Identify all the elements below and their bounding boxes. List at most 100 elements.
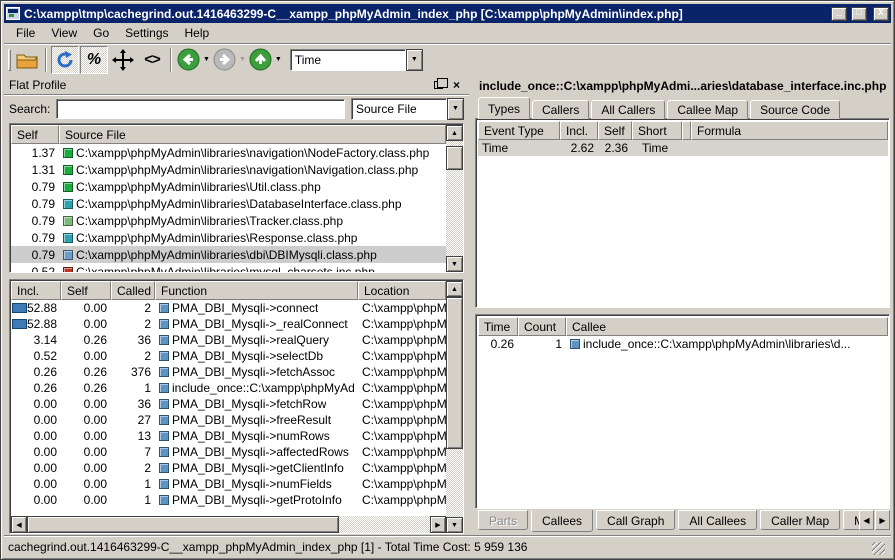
scrollbar-track[interactable] — [446, 141, 463, 256]
source-file-row[interactable]: 0.79 C:\xampp\phpMyAdmin\libraries\Respo… — [11, 229, 446, 246]
function-table-horizontal-scrollbar[interactable]: ◀ ▶ — [11, 516, 446, 533]
angle-brackets-icon: <> — [144, 51, 160, 68]
column-header-location[interactable]: Location — [358, 281, 446, 300]
scroll-up-icon[interactable]: ▲ — [446, 125, 463, 141]
function-icon — [159, 383, 169, 393]
detail-tab[interactable]: All Callers — [591, 100, 665, 119]
column-header-self[interactable]: Self — [598, 121, 632, 140]
column-header-function[interactable]: Function — [155, 281, 358, 300]
function-row[interactable]: 0.00 0.00 36 PMA_DBI_Mysqli->fetchRow C:… — [11, 396, 446, 412]
detail-tab[interactable]: Caller Map — [760, 510, 840, 530]
scroll-up-icon[interactable]: ▲ — [446, 281, 463, 297]
toolbar-grip[interactable] — [8, 49, 11, 71]
function-row[interactable]: 0.26 0.26 1 include_once::C:\xampp\phpMy… — [11, 380, 446, 396]
function-row[interactable]: 0.00 0.00 1 PMA_DBI_Mysqli->numFields C:… — [11, 476, 446, 492]
source-table-vertical-scrollbar[interactable]: ▲ ▼ — [446, 125, 463, 272]
detail-tab[interactable]: Callers — [532, 100, 589, 119]
function-row[interactable]: 0.00 0.00 7 PMA_DBI_Mysqli->affectedRows… — [11, 444, 446, 460]
event-type-selector[interactable]: Time ▼ — [290, 49, 423, 71]
column-header-self[interactable]: Self — [61, 281, 111, 300]
function-table-vertical-scrollbar[interactable]: ▲ ▼ — [446, 281, 463, 533]
menu-item[interactable]: View — [43, 24, 85, 42]
back-button[interactable]: ▼ — [176, 46, 211, 74]
column-header-formula[interactable]: Formula — [691, 121, 888, 140]
source-file-row[interactable]: 0.79 C:\xampp\phpMyAdmin\libraries\Datab… — [11, 195, 446, 212]
cycle-groups-button[interactable] — [51, 46, 79, 74]
menu-item[interactable]: File — [8, 24, 43, 42]
menu-item[interactable]: Help — [177, 24, 218, 42]
function-row[interactable]: 0.00 0.00 2 PMA_DBI_Mysqli->getClientInf… — [11, 460, 446, 476]
function-row[interactable]: 52.88 0.00 2 PMA_DBI_Mysqli->connect C:\… — [11, 300, 446, 316]
close-button[interactable]: X — [873, 7, 889, 21]
callee-row[interactable]: 0.26 1 include_once::C:\xampp\phpMyAdmin… — [478, 336, 888, 352]
source-file-row[interactable]: 0.52 C:\xampp\phpMyAdmin\libraries\mysql… — [11, 263, 446, 272]
source-file-row[interactable]: 1.37 C:\xampp\phpMyAdmin\libraries\navig… — [11, 144, 446, 161]
close-dock-button[interactable]: × — [449, 78, 464, 92]
scroll-right-icon[interactable]: ▶ — [430, 516, 446, 533]
menu-item[interactable]: Settings — [117, 24, 176, 42]
source-file-row[interactable]: 0.79 C:\xampp\phpMyAdmin\libraries\Track… — [11, 212, 446, 229]
detail-tab[interactable]: Callee Map — [667, 100, 748, 119]
up-dropdown-caret[interactable]: ▼ — [275, 56, 282, 63]
function-table: Incl. Self Called Function Location 5 — [9, 279, 464, 534]
scrollbar-thumb[interactable] — [27, 516, 339, 533]
tab-scroll-left-icon[interactable]: ◀ — [859, 510, 874, 530]
scrollbar-track[interactable] — [27, 516, 430, 533]
column-header-incl[interactable]: Incl. — [11, 281, 61, 300]
group-selector[interactable]: Source File ▼ — [351, 98, 464, 120]
column-header-short[interactable]: Short — [632, 121, 682, 140]
search-input[interactable] — [56, 99, 345, 119]
resize-grip-icon[interactable] — [872, 542, 885, 555]
column-header-event-type[interactable]: Event Type — [478, 121, 560, 140]
function-row[interactable]: 0.00 0.00 1 PMA_DBI_Mysqli->getProtoInfo… — [11, 492, 446, 508]
detail-tab[interactable]: Machine — [843, 510, 859, 530]
relative-percent-toggle[interactable]: % — [80, 46, 108, 74]
column-header-count[interactable]: Count — [518, 317, 566, 336]
tab-scroll-right-icon[interactable]: ▶ — [875, 510, 890, 530]
scroll-down-icon[interactable]: ▼ — [446, 517, 463, 533]
chevron-down-icon[interactable]: ▼ — [447, 98, 464, 120]
function-row[interactable]: 3.14 0.26 36 PMA_DBI_Mysqli->realQuery C… — [11, 332, 446, 348]
column-header-incl[interactable]: Incl. — [560, 121, 598, 140]
up-button[interactable]: ▼ — [248, 46, 283, 74]
function-row[interactable]: 52.88 0.00 2 PMA_DBI_Mysqli->_realConnec… — [11, 316, 446, 332]
group-value: Source File — [351, 98, 447, 120]
expand-tool-button[interactable]: <> — [138, 46, 166, 74]
detail-tab[interactable]: Source Code — [750, 100, 840, 119]
column-header-source-file[interactable]: Source File — [59, 125, 446, 144]
column-header-callee[interactable]: Callee — [566, 317, 888, 336]
scrollbar-track[interactable] — [446, 297, 463, 517]
scroll-down-icon[interactable]: ▼ — [446, 256, 463, 272]
scrollbar-thumb[interactable] — [446, 146, 463, 170]
menu-item[interactable]: Go — [85, 24, 117, 42]
event-type-row[interactable]: Time 2.62 2.36 Time — [478, 140, 888, 156]
detail-tab[interactable]: Call Graph — [596, 510, 675, 530]
source-file-row[interactable]: 0.79 C:\xampp\phpMyAdmin\libraries\Util.… — [11, 178, 446, 195]
scroll-left-icon[interactable]: ◀ — [11, 516, 27, 533]
detail-tab[interactable]: All Callees — [678, 510, 757, 530]
scrollbar-thumb[interactable] — [446, 297, 463, 449]
back-dropdown-caret[interactable]: ▼ — [203, 56, 210, 63]
function-row[interactable]: 0.00 0.00 27 PMA_DBI_Mysqli->freeResult … — [11, 412, 446, 428]
column-header-called[interactable]: Called — [111, 281, 155, 300]
column-header-time[interactable]: Time — [478, 317, 518, 336]
detail-tab[interactable]: Parts — [478, 510, 528, 530]
open-file-button[interactable] — [13, 46, 41, 74]
column-header-blank[interactable] — [682, 121, 691, 140]
detail-tab[interactable]: Types — [478, 97, 530, 119]
column-header-self[interactable]: Self — [11, 125, 59, 144]
detail-tab[interactable]: Callees — [531, 510, 593, 532]
forward-icon — [213, 48, 236, 71]
maximize-button[interactable]: □ — [851, 7, 867, 21]
chevron-down-icon[interactable]: ▼ — [406, 49, 423, 71]
float-dock-button[interactable] — [431, 78, 446, 92]
minimize-button[interactable]: _ — [831, 7, 847, 21]
function-row[interactable]: 0.00 0.00 13 PMA_DBI_Mysqli->numRows C:\… — [11, 428, 446, 444]
move-tool-button[interactable] — [109, 46, 137, 74]
source-file-row[interactable]: 1.31 C:\xampp\phpMyAdmin\libraries\navig… — [11, 161, 446, 178]
source-file-row[interactable]: 0.79 C:\xampp\phpMyAdmin\libraries\dbi\D… — [11, 246, 446, 263]
forward-dropdown-caret[interactable]: ▼ — [239, 56, 246, 63]
forward-button[interactable]: ▼ — [212, 46, 247, 74]
function-row[interactable]: 0.26 0.26 376 PMA_DBI_Mysqli->fetchAssoc… — [11, 364, 446, 380]
function-row[interactable]: 0.52 0.00 2 PMA_DBI_Mysqli->selectDb C:\… — [11, 348, 446, 364]
